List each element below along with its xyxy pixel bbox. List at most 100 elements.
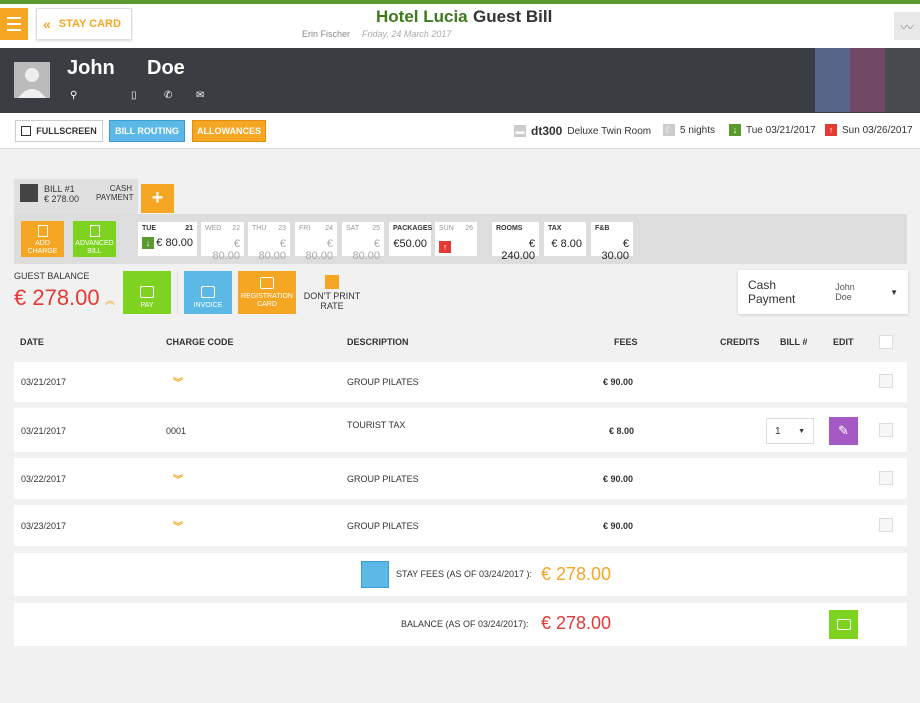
- arrow-up-icon: ↑: [439, 241, 451, 253]
- globe-card-icon[interactable]: [850, 48, 885, 112]
- arrival-info: ↓ Tue 03/21/2017: [729, 124, 816, 136]
- day-cell[interactable]: THU 23 € 80.00: [247, 221, 291, 262]
- dont-print-rate-label: DON'T PRINT RATE: [303, 291, 361, 311]
- select-all-checkbox[interactable]: [879, 335, 893, 349]
- document-icon: [37, 225, 48, 237]
- guest-last-name: Doe: [147, 57, 185, 79]
- row-checkbox[interactable]: [879, 374, 893, 388]
- col-fees: FEES: [614, 337, 638, 347]
- table-row[interactable]: [14, 362, 907, 402]
- guest-balance-value: € 278.00: [14, 285, 100, 310]
- business-date: Friday, 24 March 2017: [362, 29, 452, 39]
- col-bill: BILL #: [780, 337, 808, 347]
- menu-button[interactable]: [0, 8, 28, 40]
- dont-print-rate-checkbox[interactable]: [325, 275, 339, 289]
- day-cell[interactable]: WED 22 € 80.00: [200, 221, 245, 262]
- caret-down-icon: ▼: [890, 287, 898, 297]
- row-date: 03/22/2017: [21, 474, 67, 484]
- col-edit: EDIT: [833, 337, 854, 347]
- row-description: GROUP PILATES: [347, 521, 419, 531]
- total-cell: F&B € 30.00: [590, 221, 634, 262]
- balance-value: € 278.00: [541, 613, 612, 633]
- document-icon[interactable]: [361, 561, 389, 588]
- invoice-button[interactable]: INVOICE: [184, 271, 232, 314]
- add-charge-button[interactable]: ADD CHARGE: [21, 221, 64, 257]
- stay-card-button[interactable]: « STAY CARD: [36, 8, 132, 40]
- col-date: DATE: [20, 337, 44, 347]
- row-description: GROUP PILATES: [347, 474, 419, 484]
- mobile-icon[interactable]: ▯: [131, 90, 137, 101]
- departure-info: ↑ Sun 03/26/2017: [825, 124, 913, 136]
- day-cell[interactable]: SUN 26 ↑: [434, 221, 478, 257]
- hotel-name: Hotel Lucia: [376, 7, 468, 26]
- bill-routing-button[interactable]: BILL ROUTING: [109, 120, 185, 142]
- row-checkbox[interactable]: [879, 423, 893, 437]
- row-description: TOURIST TAX: [347, 420, 406, 430]
- moon-icon: ☾: [663, 124, 675, 136]
- page-title: Guest Bill: [473, 7, 553, 26]
- arrow-down-icon: ↓: [142, 237, 154, 249]
- chevron-up-icon[interactable]: ︽: [105, 292, 115, 307]
- row-description: GROUP PILATES: [347, 377, 419, 387]
- wallet-icon: [140, 286, 154, 298]
- document-icon: [201, 286, 215, 298]
- divider: [177, 271, 178, 314]
- caret-down-icon: ▼: [798, 427, 805, 435]
- total-cell: TAX € 8.00: [543, 221, 587, 257]
- guest-balance-label: GUEST BALANCE: [14, 271, 90, 281]
- registration-card-button[interactable]: REGISTRATION CARD: [238, 271, 296, 314]
- day-cell[interactable]: SAT 25 € 80.00: [341, 221, 385, 262]
- row-fees: € 90.00: [603, 474, 634, 484]
- bill-number-select[interactable]: 1 ▼: [766, 418, 814, 444]
- total-cell: ROOMS € 240.00: [491, 221, 540, 262]
- arrow-down-icon: ↓: [729, 124, 741, 136]
- balance-label: BALANCE (AS OF 03/24/2017):: [401, 619, 529, 629]
- day-cell[interactable]: TUE 21 ↓ € 80.00: [137, 221, 198, 257]
- fullscreen-button[interactable]: FULLSCREEN: [15, 120, 103, 142]
- row-date: 03/23/2017: [21, 521, 67, 531]
- row-date: 03/21/2017: [21, 377, 67, 387]
- guest-header: [0, 48, 920, 113]
- location-icon[interactable]: ⚲: [70, 90, 77, 101]
- stay-fees-value: € 278.00: [541, 564, 612, 584]
- wallet-pay-button[interactable]: [829, 610, 858, 639]
- expand-chevron-icon[interactable]: ︾: [173, 518, 183, 533]
- avatar: [14, 62, 50, 98]
- table-row[interactable]: [14, 505, 907, 546]
- add-bill-button[interactable]: +: [141, 184, 174, 213]
- packages-cell[interactable]: PACKAGES €50.00: [388, 221, 432, 257]
- stay-card-label: STAY CARD: [58, 18, 121, 30]
- arrow-up-icon: ↑: [825, 124, 837, 136]
- row-fees: € 8.00: [609, 426, 635, 436]
- room-card-icon[interactable]: [815, 48, 850, 112]
- expand-chevron-icon[interactable]: ︾: [173, 374, 183, 389]
- row-date: 03/21/2017: [21, 426, 67, 436]
- edit-pencil-icon[interactable]: ✎: [829, 417, 858, 445]
- pay-button[interactable]: PAY: [123, 271, 171, 314]
- activity-icon[interactable]: 〰: [894, 12, 920, 40]
- nights-info: ☾ 5 nights: [663, 124, 716, 136]
- bill-tab[interactable]: BILL #1 € 278.00 CASH PAYMENT: [14, 179, 138, 216]
- table-row[interactable]: [14, 458, 907, 499]
- printer-icon: [260, 277, 274, 289]
- phone-icon[interactable]: ✆: [164, 90, 172, 101]
- allowances-button[interactable]: ALLOWANCES: [192, 120, 266, 142]
- payment-method-select[interactable]: Cash Payment John Doe ▼: [738, 270, 908, 314]
- col-credits: CREDITS: [720, 337, 760, 347]
- expand-icon: [21, 126, 32, 136]
- row-charge-code: 0001: [166, 426, 187, 436]
- clerk-name: Erin Fischer: [302, 29, 351, 39]
- row-fees: € 90.00: [603, 377, 634, 387]
- expand-chevron-icon[interactable]: ︾: [173, 471, 183, 486]
- col-charge-code: CHARGE CODE: [166, 337, 234, 347]
- email-icon[interactable]: ✉: [196, 90, 204, 101]
- room-info: ▬ dt300 Deluxe Twin Room: [514, 124, 652, 138]
- wallet-icon: [836, 619, 851, 630]
- advanced-bill-button[interactable]: ADVANCED BILL: [73, 221, 116, 257]
- link-card-icon[interactable]: [885, 48, 920, 112]
- row-checkbox[interactable]: [879, 518, 893, 532]
- row-fees: € 90.00: [603, 521, 634, 531]
- row-checkbox[interactable]: [879, 471, 893, 485]
- double-chevron-left-icon: «: [43, 16, 51, 32]
- day-cell[interactable]: FRI 24 € 80.00: [294, 221, 338, 262]
